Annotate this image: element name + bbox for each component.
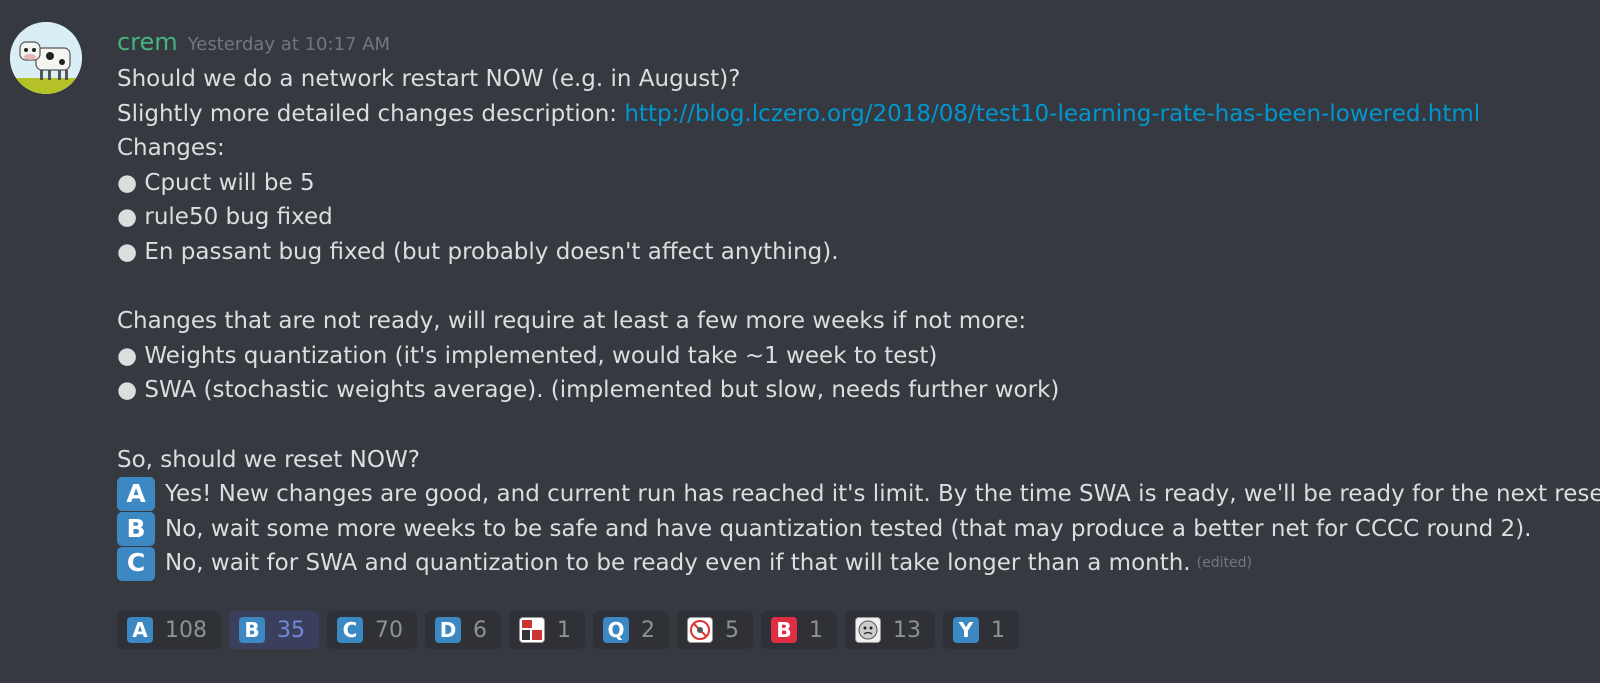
reactions-bar: A 108 B 35 C 70 D 6 1 Q 2 5 B 1 13 Y 1 bbox=[117, 611, 1019, 649]
poll-option: A Yes! New changes are good, and current… bbox=[117, 477, 1600, 512]
reaction-count: 6 bbox=[473, 617, 487, 643]
reaction-count: 1 bbox=[991, 617, 1005, 643]
message-line-text: Slightly more detailed changes descripti… bbox=[117, 100, 625, 127]
reaction-count: 1 bbox=[557, 617, 571, 643]
message-line: ● En passant bug fixed (but probably doe… bbox=[117, 238, 839, 265]
reaction-count: 2 bbox=[641, 617, 655, 643]
poll-option: C No, wait for SWA and quantization to b… bbox=[117, 546, 1587, 581]
message-line: ● Weights quantization (it's implemented… bbox=[117, 342, 938, 369]
message-line: Slightly more detailed changes descripti… bbox=[117, 97, 1587, 132]
message-line: Changes that are not ready, will require… bbox=[117, 308, 1027, 335]
reaction-count: 13 bbox=[893, 617, 921, 643]
message-line: ● SWA (stochastic weights average). (imp… bbox=[117, 377, 1060, 404]
message-line: Should we do a network restart NOW (e.g.… bbox=[117, 66, 741, 92]
message-line: ● Cpuct will be 5 bbox=[117, 169, 315, 196]
reaction-count: 1 bbox=[809, 617, 823, 643]
regional-indicator-y-icon: Y bbox=[953, 617, 979, 643]
reaction-custom-lr[interactable]: 1 bbox=[509, 611, 585, 649]
red-b-button-icon: B bbox=[771, 617, 797, 643]
poll-option: B No, wait some more weeks to be safe an… bbox=[117, 512, 1587, 547]
regional-indicator-c-icon: C bbox=[117, 546, 155, 581]
regional-indicator-b-icon: B bbox=[117, 512, 155, 547]
cow-avatar-icon bbox=[10, 22, 82, 94]
poll-option-text: No, wait some more weeks to be safe and … bbox=[165, 515, 1532, 542]
message-header: crem Yesterday at 10:17 AM bbox=[117, 28, 390, 58]
reaction-count: 70 bbox=[375, 617, 403, 643]
reaction-c[interactable]: C 70 bbox=[327, 611, 417, 649]
custom-emoji-image-icon bbox=[855, 617, 881, 643]
message-content: Should we do a network restart NOW (e.g.… bbox=[117, 62, 1600, 581]
regional-indicator-d-icon: D bbox=[435, 617, 461, 643]
blog-link[interactable]: http://blog.lczero.org/2018/08/test10-le… bbox=[624, 101, 1480, 127]
reaction-count: 5 bbox=[725, 617, 739, 643]
custom-emoji-image-icon bbox=[519, 617, 545, 643]
reaction-custom-face[interactable]: 13 bbox=[845, 611, 935, 649]
regional-indicator-c-icon: C bbox=[337, 617, 363, 643]
regional-indicator-a-icon: A bbox=[117, 477, 155, 512]
message-line: ● rule50 bug fixed bbox=[117, 204, 333, 231]
reaction-count: 35 bbox=[277, 617, 305, 643]
poll-option-text: Yes! New changes are good, and current r… bbox=[165, 481, 1600, 508]
reaction-d[interactable]: D 6 bbox=[425, 611, 501, 649]
regional-indicator-a-icon: A bbox=[127, 617, 153, 643]
custom-emoji-image-icon bbox=[687, 617, 713, 643]
reaction-red-b[interactable]: B 1 bbox=[761, 611, 837, 649]
timestamp: Yesterday at 10:17 AM bbox=[187, 34, 391, 55]
reaction-b[interactable]: B 35 bbox=[229, 611, 319, 649]
regional-indicator-b-icon: B bbox=[239, 617, 265, 643]
reaction-count: 108 bbox=[165, 617, 207, 643]
reaction-a[interactable]: A 108 bbox=[117, 611, 221, 649]
reaction-q[interactable]: Q 2 bbox=[593, 611, 669, 649]
username[interactable]: crem bbox=[117, 28, 178, 56]
regional-indicator-q-icon: Q bbox=[603, 617, 629, 643]
reaction-custom-no[interactable]: 5 bbox=[677, 611, 753, 649]
chat-message: crem Yesterday at 10:17 AM Should we do … bbox=[0, 0, 1600, 683]
message-line: Changes: bbox=[117, 135, 225, 162]
message-line: So, should we reset NOW? bbox=[117, 446, 420, 473]
user-avatar[interactable] bbox=[10, 22, 82, 94]
edited-label: (edited) bbox=[1196, 555, 1252, 572]
reaction-y[interactable]: Y 1 bbox=[943, 611, 1019, 649]
poll-option-text: No, wait for SWA and quantization to be … bbox=[165, 550, 1191, 577]
